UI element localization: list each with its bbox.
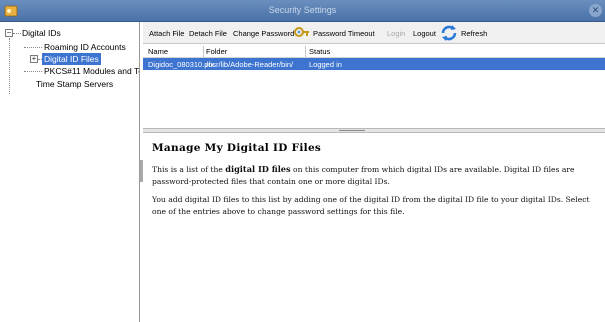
toolbar: Attach File Detach File Change Password … <box>143 22 605 44</box>
digital-id-files-table: Digidoc_080310.pfx /usr/lib/Adobe-Reader… <box>143 58 605 128</box>
help-pane: Manage My Digital ID Files This is a lis… <box>143 134 605 322</box>
window-title: Security Settings <box>268 5 337 15</box>
help-paragraph-1: This is a list of the digital ID files o… <box>152 164 597 187</box>
tree-item-roaming-id-accounts[interactable]: Roaming ID Accounts <box>44 42 126 52</box>
close-button[interactable]: ✕ <box>589 4 602 17</box>
expand-icon[interactable]: + <box>30 55 38 63</box>
tree-item-digital-ids[interactable]: Digital IDs <box>22 28 61 38</box>
login-button[interactable]: Login <box>387 29 405 38</box>
tree-connector <box>24 47 42 48</box>
table-row[interactable]: Digidoc_080310.pfx /usr/lib/Adobe-Reader… <box>143 58 605 70</box>
cell-name: Digidoc_080310.pfx <box>148 60 215 69</box>
password-key-icon[interactable] <box>293 24 311 42</box>
table-header: Name Folder Status <box>143 45 605 58</box>
tree-connector <box>24 71 42 72</box>
password-timeout-button[interactable]: Password Timeout <box>313 29 375 38</box>
column-header-status[interactable]: Status <box>309 47 330 56</box>
tree-item-pkcs11-modules[interactable]: PKCS#11 Modules and Tokens <box>44 66 139 76</box>
tree-connector <box>9 38 10 94</box>
cell-status: Logged in <box>309 60 342 69</box>
cell-folder: /usr/lib/Adobe-Reader/bin/ <box>206 60 294 69</box>
title-bar: Security Settings ✕ <box>0 0 605 22</box>
tree-connector <box>13 33 21 34</box>
attach-file-button[interactable]: Attach File <box>149 29 184 38</box>
column-separator[interactable] <box>203 46 204 57</box>
detach-file-button[interactable]: Detach File <box>189 29 227 38</box>
change-password-button[interactable]: Change Password <box>233 29 294 38</box>
refresh-button[interactable]: Refresh <box>461 29 487 38</box>
settings-tree: − Digital IDs Roaming ID Accounts + Digi… <box>0 22 140 322</box>
help-bold-term: digital ID files <box>225 164 291 174</box>
column-header-folder[interactable]: Folder <box>206 47 227 56</box>
help-paragraph-2: You add digital ID files to this list by… <box>152 195 590 216</box>
horizontal-splitter[interactable] <box>143 128 605 133</box>
collapse-icon[interactable]: − <box>5 29 13 37</box>
help-text: This is a list of the <box>152 165 226 174</box>
splitter-grip[interactable] <box>339 130 365 131</box>
column-separator[interactable] <box>305 46 306 57</box>
refresh-icon[interactable] <box>440 24 458 42</box>
column-header-name[interactable]: Name <box>148 47 168 56</box>
tree-item-time-stamp-servers[interactable]: Time Stamp Servers <box>36 79 113 89</box>
tree-item-digital-id-files[interactable]: Digital ID Files <box>42 53 101 65</box>
help-heading: Manage My Digital ID Files <box>152 142 322 154</box>
logout-button[interactable]: Logout <box>413 29 436 38</box>
